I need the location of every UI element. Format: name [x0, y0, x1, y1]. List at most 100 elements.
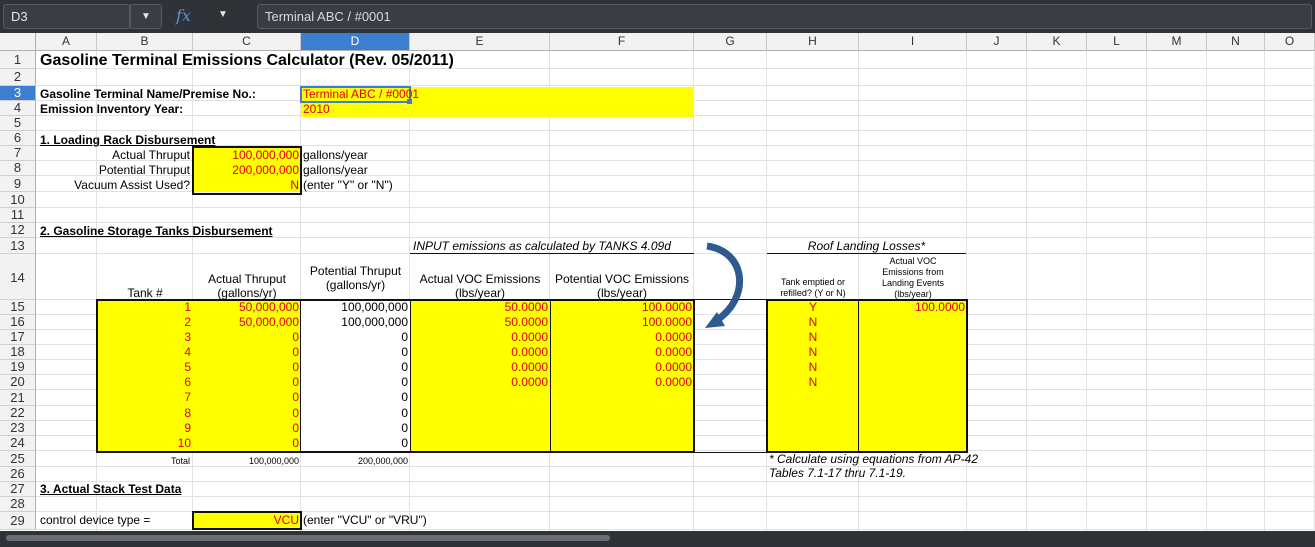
tank-potential-voc[interactable]: 100.0000 [550, 315, 692, 330]
tank-emptied-flag[interactable]: N [767, 375, 859, 390]
tank-number[interactable]: 6 [97, 375, 191, 390]
column-header-f[interactable]: F [550, 33, 694, 51]
tank-potential-voc[interactable]: 100.0000 [550, 300, 692, 315]
tank-number[interactable]: 10 [97, 436, 191, 451]
function-wizard-icon[interactable]: fx [176, 6, 191, 25]
row-header-23[interactable]: 23 [0, 421, 36, 436]
row-header-10[interactable]: 10 [0, 192, 36, 208]
tank-potential-thruput[interactable]: 0 [301, 390, 408, 405]
tank-potential-voc[interactable]: 0.0000 [550, 360, 692, 375]
tank-emptied-flag[interactable]: Y [767, 300, 859, 315]
row-header-13[interactable]: 13 [0, 238, 36, 254]
tank-potential-thruput[interactable]: 100,000,000 [301, 300, 408, 315]
tank-actual-voc[interactable]: 0.0000 [410, 330, 548, 345]
tank-actual-voc[interactable]: 0.0000 [410, 375, 548, 390]
tank-potential-voc[interactable]: 0.0000 [550, 375, 692, 390]
horizontal-scrollbar[interactable] [0, 531, 1315, 547]
column-header-b[interactable]: B [97, 33, 193, 51]
row-header-1[interactable]: 1 [0, 51, 36, 69]
tank-number[interactable]: 2 [97, 315, 191, 330]
tank-potential-thruput[interactable]: 0 [301, 406, 408, 421]
row-header-14[interactable]: 14 [0, 254, 36, 300]
name-box-dropdown-icon[interactable]: ▼ [130, 4, 162, 29]
tank-potential-thruput[interactable]: 0 [301, 421, 408, 436]
tank-emptied-flag[interactable]: N [767, 330, 859, 345]
tank-actual-thruput[interactable]: 50,000,000 [193, 315, 299, 330]
scrollbar-thumb[interactable] [6, 535, 610, 541]
row-header-2[interactable]: 2 [0, 69, 36, 86]
actual-thruput-value[interactable]: 100,000,000 [193, 148, 299, 163]
column-header-a[interactable]: A [36, 33, 97, 51]
formula-input[interactable]: Terminal ABC / #0001 [257, 4, 1312, 29]
tank-potential-voc[interactable]: 0.0000 [550, 330, 692, 345]
year-value[interactable]: 2010 [303, 102, 330, 117]
tank-number[interactable]: 3 [97, 330, 191, 345]
column-header-m[interactable]: M [1147, 33, 1207, 51]
column-header-l[interactable]: L [1087, 33, 1147, 51]
tank-actual-thruput[interactable]: 0 [193, 345, 299, 360]
tank-potential-thruput[interactable]: 0 [301, 345, 408, 360]
row-header-6[interactable]: 6 [0, 131, 36, 146]
tank-landing-voc[interactable]: 100.0000 [859, 300, 965, 315]
terminal-name-value[interactable]: Terminal ABC / #0001 [303, 87, 419, 102]
row-header-24[interactable]: 24 [0, 436, 36, 451]
tank-potential-thruput[interactable]: 0 [301, 436, 408, 451]
tank-actual-voc[interactable]: 50.0000 [410, 315, 548, 330]
row-header-19[interactable]: 19 [0, 360, 36, 375]
tank-number[interactable]: 9 [97, 421, 191, 436]
tank-emptied-flag[interactable]: N [767, 360, 859, 375]
vacuum-assist-value[interactable]: N [193, 178, 299, 193]
tank-actual-voc[interactable]: 0.0000 [410, 360, 548, 375]
select-all-corner[interactable] [0, 33, 36, 51]
control-device-value[interactable]: VCU [193, 513, 299, 528]
potential-thruput-value[interactable]: 200,000,000 [193, 163, 299, 178]
tank-number[interactable]: 1 [97, 300, 191, 315]
tank-potential-thruput[interactable]: 100,000,000 [301, 315, 408, 330]
row-header-25[interactable]: 25 [0, 451, 36, 467]
row-header-7[interactable]: 7 [0, 146, 36, 161]
row-header-22[interactable]: 22 [0, 406, 36, 421]
row-header-8[interactable]: 8 [0, 161, 36, 176]
column-header-e[interactable]: E [410, 33, 550, 51]
column-header-n[interactable]: N [1207, 33, 1265, 51]
column-header-j[interactable]: J [967, 33, 1027, 51]
name-box[interactable]: D3 [3, 4, 130, 29]
column-header-i[interactable]: I [859, 33, 967, 51]
column-header-d[interactable]: D [301, 33, 410, 51]
tank-actual-thruput[interactable]: 0 [193, 330, 299, 345]
tank-actual-thruput[interactable]: 0 [193, 436, 299, 451]
tank-actual-thruput[interactable]: 0 [193, 421, 299, 436]
tank-actual-voc[interactable]: 0.0000 [410, 345, 548, 360]
tank-potential-thruput[interactable]: 0 [301, 360, 408, 375]
tank-emptied-flag[interactable]: N [767, 345, 859, 360]
tank-actual-thruput[interactable]: 0 [193, 390, 299, 405]
row-header-20[interactable]: 20 [0, 375, 36, 390]
tank-number[interactable]: 8 [97, 406, 191, 421]
row-header-28[interactable]: 28 [0, 497, 36, 512]
tank-number[interactable]: 5 [97, 360, 191, 375]
row-header-17[interactable]: 17 [0, 330, 36, 345]
row-header-27[interactable]: 27 [0, 482, 36, 497]
row-header-18[interactable]: 18 [0, 345, 36, 360]
tank-actual-thruput[interactable]: 0 [193, 375, 299, 390]
row-header-15[interactable]: 15 [0, 300, 36, 315]
tank-potential-voc[interactable]: 0.0000 [550, 345, 692, 360]
function-dropdown-icon[interactable]: ▼ [218, 9, 228, 20]
column-header-g[interactable]: G [694, 33, 767, 51]
column-header-h[interactable]: H [767, 33, 859, 51]
tank-number[interactable]: 7 [97, 390, 191, 405]
tank-actual-thruput[interactable]: 50,000,000 [193, 300, 299, 315]
column-header-o[interactable]: O [1265, 33, 1315, 51]
column-header-k[interactable]: K [1027, 33, 1087, 51]
row-header-5[interactable]: 5 [0, 116, 36, 131]
tank-emptied-flag[interactable]: N [767, 315, 859, 330]
row-header-29[interactable]: 29 [0, 512, 36, 530]
tank-potential-thruput[interactable]: 0 [301, 375, 408, 390]
row-header-26[interactable]: 26 [0, 467, 36, 482]
row-header-16[interactable]: 16 [0, 315, 36, 330]
column-header-c[interactable]: C [193, 33, 301, 51]
tank-potential-thruput[interactable]: 0 [301, 330, 408, 345]
row-header-11[interactable]: 11 [0, 208, 36, 223]
tank-actual-voc[interactable]: 50.0000 [410, 300, 548, 315]
row-header-4[interactable]: 4 [0, 101, 36, 116]
